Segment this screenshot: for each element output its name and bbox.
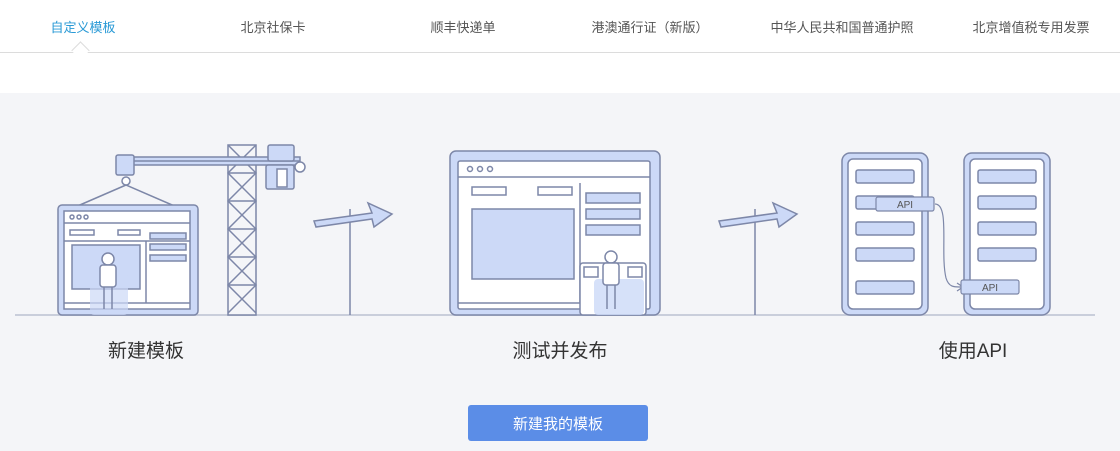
api-connection-icon	[934, 203, 965, 292]
tab-hk-macau-pass-new[interactable]: 港澳通行证（新版）	[580, 0, 720, 52]
workflow-panel: API API 新建模板 测试并发布 使用API 新建我的模板	[0, 93, 1120, 451]
server-icon	[841, 152, 929, 316]
step-label-create-template: 新建模板	[107, 341, 184, 362]
tab-beijing-vat-invoice[interactable]: 北京增值税专用发票	[966, 0, 1096, 52]
api-tag-label: API	[982, 283, 998, 294]
arrow-right-icon	[718, 201, 799, 315]
tab-sf-express-waybill[interactable]: 顺丰快递单	[418, 0, 508, 52]
arrow-right-icon	[313, 201, 394, 315]
api-tag: API	[960, 279, 1020, 295]
create-my-template-button[interactable]: 新建我的模板	[468, 405, 648, 441]
api-tag-label: API	[897, 200, 913, 211]
template-tabs: 自定义模板 北京社保卡 顺丰快递单 港澳通行证（新版） 中华人民共和国普通护照 …	[0, 0, 1120, 60]
tab-beijing-social-security-card[interactable]: 北京社保卡	[228, 0, 318, 52]
step-label-use-api: 使用API	[938, 341, 1008, 362]
step-label-test-publish: 测试并发布	[512, 341, 608, 362]
tab-prc-passport[interactable]: 中华人民共和国普通护照	[762, 0, 922, 52]
api-tag: API	[875, 196, 935, 212]
workflow-illustration: API API	[15, 144, 1095, 316]
